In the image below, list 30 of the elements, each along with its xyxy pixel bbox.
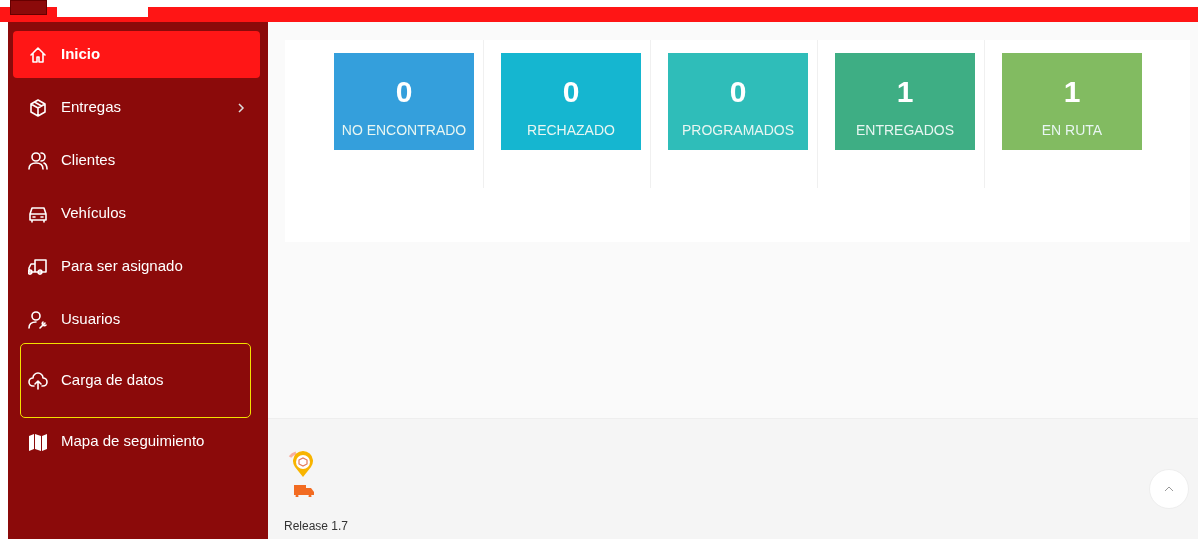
home-icon — [28, 44, 48, 65]
stat-value: 0 — [394, 77, 414, 107]
sidebar-item[interactable]: Para ser asignado — [13, 243, 260, 290]
sidebar-item[interactable]: Inicio — [13, 31, 260, 78]
stat-label: NO ENCONTRADO — [340, 121, 468, 140]
sidebar-item[interactable]: Clientes — [13, 137, 260, 184]
sidebar-item[interactable]: Mapa de seguimiento — [13, 418, 260, 465]
stat-value: 1 — [1062, 77, 1082, 107]
sidebar-item[interactable]: Entregas — [13, 84, 260, 131]
map-icon — [28, 431, 48, 452]
stat-label: PROGRAMADOS — [681, 121, 795, 140]
cloud-upload-icon — [28, 370, 48, 391]
stat-value: 0 — [561, 77, 581, 107]
users-icon — [28, 150, 48, 171]
chevron-up-icon — [1164, 486, 1174, 492]
stat-value: 1 — [895, 77, 915, 107]
stat-value: 0 — [728, 77, 748, 107]
stat-label: EN RUTA — [1040, 121, 1104, 140]
user-wrench-icon — [28, 309, 48, 330]
stat-label: ENTREGADOS — [855, 121, 955, 140]
scroll-top-button[interactable] — [1149, 469, 1189, 509]
release-label: Release 1.7 — [284, 518, 350, 535]
stat-label: RECHAZADO — [526, 121, 616, 140]
sidebar-item[interactable]: Vehículos — [13, 190, 260, 237]
truck-icon — [28, 256, 48, 277]
sidebar-item[interactable]: Carga de datos — [21, 344, 250, 417]
chevron-right-icon — [236, 101, 246, 114]
sidebar-item[interactable]: Usuarios — [13, 296, 260, 343]
logo-box — [10, 0, 47, 15]
box-icon — [28, 97, 48, 118]
